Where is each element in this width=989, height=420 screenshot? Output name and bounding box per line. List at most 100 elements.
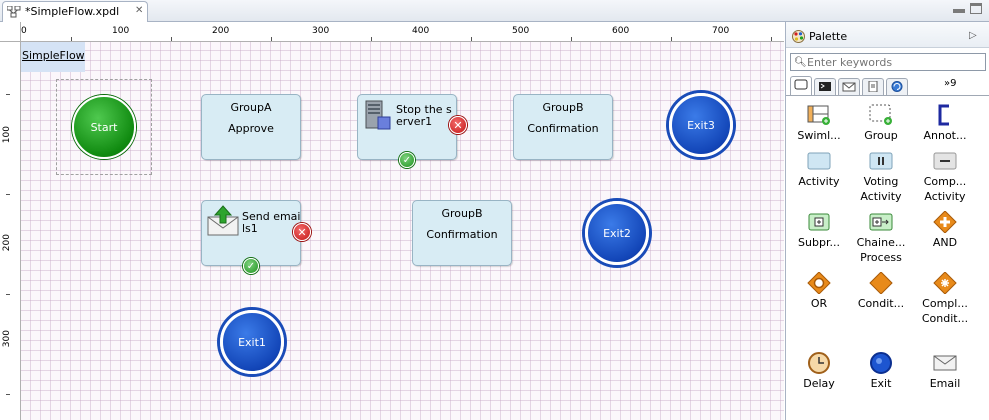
error-icon[interactable]: ✕ bbox=[449, 116, 467, 134]
diagram-canvas[interactable]: SimpleFlow Start GroupA Approve Stop the… bbox=[21, 42, 784, 420]
error-icon[interactable]: ✕ bbox=[293, 223, 311, 241]
end-event-exit1[interactable]: Exit1 bbox=[220, 310, 284, 374]
tab-basic-shapes[interactable] bbox=[790, 76, 812, 95]
conditional-gateway-icon bbox=[869, 272, 893, 294]
palette-icon bbox=[792, 30, 805, 43]
task-send-emails[interactable]: Send emai ls1 bbox=[201, 200, 301, 266]
pool-label[interactable]: SimpleFlow bbox=[21, 42, 85, 72]
end-event-exit2[interactable]: Exit2 bbox=[585, 201, 649, 265]
process-file-icon bbox=[7, 6, 21, 18]
palette-item-subprocess[interactable]: Subpr... bbox=[787, 211, 851, 250]
voting-activity-icon bbox=[869, 152, 893, 170]
activity-performer: GroupA bbox=[230, 101, 272, 114]
palette-item-group[interactable]: Group bbox=[849, 104, 913, 143]
palette-item-complex-activity[interactable]: Comp... Activity bbox=[913, 150, 977, 204]
tab-document-tasks[interactable] bbox=[862, 78, 884, 95]
collapse-arrow-icon[interactable]: ▷ bbox=[969, 30, 977, 41]
task-name-line2: ls1 bbox=[242, 222, 258, 235]
group-icon bbox=[869, 104, 892, 125]
start-event-label: Start bbox=[90, 120, 118, 134]
activity-icon bbox=[807, 152, 831, 170]
palette-item-chained-process[interactable]: Chaine... Process bbox=[849, 211, 913, 265]
ruler-label: 100 bbox=[112, 26, 130, 36]
ruler-label: 200 bbox=[2, 234, 12, 252]
pool-label-text: SimpleFlow bbox=[22, 49, 85, 62]
palette-item-voting-activity[interactable]: Voting Activity bbox=[849, 150, 913, 204]
maximize-icon[interactable] bbox=[970, 3, 982, 14]
tab-email-tasks[interactable] bbox=[838, 78, 860, 95]
activity-groupa-approve[interactable]: GroupA Approve bbox=[201, 94, 301, 160]
ruler-label: 200 bbox=[212, 26, 230, 36]
vertical-ruler: 100 200 300 bbox=[0, 42, 21, 420]
activity-performer: GroupB bbox=[542, 101, 584, 114]
palette-item-exit[interactable]: Exit bbox=[849, 352, 913, 391]
check-icon[interactable]: ✓ bbox=[399, 152, 415, 168]
ruler-label: 700 bbox=[712, 26, 730, 36]
activity-name: Approve bbox=[228, 122, 274, 135]
ruler-label: 100 bbox=[2, 126, 12, 144]
ruler-label: 300 bbox=[2, 330, 12, 348]
rectangle-icon bbox=[794, 79, 808, 90]
palette-search[interactable]: 🔍︎ bbox=[790, 53, 986, 71]
palette-panel: Palette ▷ 🔍︎ »9 bbox=[785, 22, 989, 420]
complex-gateway-icon bbox=[933, 272, 957, 294]
task-name-line2: erver1 bbox=[396, 115, 433, 128]
swimlane-icon bbox=[807, 105, 830, 125]
palette-item-conditional-gateway[interactable]: Condit... bbox=[849, 272, 913, 311]
tab-web-service-tasks[interactable] bbox=[886, 78, 908, 95]
palette-item-annotation[interactable]: Annot... bbox=[913, 104, 977, 143]
ruler-label: 300 bbox=[312, 26, 330, 36]
end-event-label: Exit1 bbox=[238, 335, 266, 349]
palette-tabs: »9 bbox=[788, 76, 988, 96]
envelope-icon bbox=[933, 355, 957, 371]
annotation-icon bbox=[938, 104, 949, 126]
complex-activity-icon bbox=[933, 152, 957, 170]
palette-item-complex-gateway[interactable]: Compl... Condit... bbox=[913, 272, 977, 326]
editor-tab-bar: *SimpleFlow.xpdl ✕ bbox=[0, 0, 989, 22]
search-icon: 🔍︎ bbox=[794, 57, 807, 68]
document-icon bbox=[868, 81, 878, 92]
email-task-icon bbox=[207, 205, 239, 236]
end-event-exit3[interactable]: Exit3 bbox=[669, 93, 733, 157]
task-stop-server[interactable]: Stop the s erver1 bbox=[357, 94, 457, 160]
palette-item-swimlane[interactable]: Swiml... bbox=[787, 104, 851, 143]
envelope-icon bbox=[842, 82, 856, 92]
server-icon bbox=[365, 100, 391, 130]
editor-tab-label: *SimpleFlow.xpdl bbox=[25, 5, 120, 18]
xpdl-editor-window: *SimpleFlow.xpdl ✕ 0 100 200 300 400 500… bbox=[0, 0, 989, 420]
activity-name: Confirmation bbox=[426, 228, 498, 241]
palette-item-activity[interactable]: Activity bbox=[787, 150, 851, 189]
exit-event-icon bbox=[870, 352, 892, 374]
start-event[interactable]: Start bbox=[72, 95, 136, 159]
end-event-label: Exit2 bbox=[603, 226, 631, 240]
palette-item-and-gateway[interactable]: AND bbox=[913, 211, 977, 250]
palette-item-or-gateway[interactable]: OR bbox=[787, 272, 851, 311]
ruler-label: 600 bbox=[612, 26, 630, 36]
palette-item-delay[interactable]: Delay bbox=[787, 352, 851, 391]
activity-performer: GroupB bbox=[441, 207, 483, 220]
minimize-icon[interactable] bbox=[953, 9, 965, 13]
ruler-label: 500 bbox=[512, 26, 530, 36]
chained-process-icon bbox=[869, 213, 893, 231]
activity-groupb-confirmation[interactable]: GroupB Confirmation bbox=[513, 94, 613, 160]
horizontal-ruler: 0 100 200 300 400 500 600 700 bbox=[21, 22, 784, 42]
refresh-icon bbox=[891, 81, 903, 92]
palette-item-email[interactable]: Email bbox=[913, 352, 977, 391]
more-tabs-chevron[interactable]: »9 bbox=[944, 78, 956, 89]
clock-icon bbox=[808, 352, 830, 374]
tab-script-tasks[interactable] bbox=[814, 78, 836, 95]
check-icon[interactable]: ✓ bbox=[243, 258, 259, 274]
palette-search-input[interactable] bbox=[807, 55, 983, 69]
subprocess-icon bbox=[808, 213, 830, 231]
or-gateway-icon bbox=[807, 272, 831, 294]
palette-header: Palette ▷ bbox=[786, 22, 989, 48]
palette-body: Swiml... Group Annot... Activity Voting … bbox=[786, 95, 989, 420]
palette-title: Palette bbox=[809, 30, 848, 43]
editor-tab-simpleflow[interactable]: *SimpleFlow.xpdl ✕ bbox=[2, 1, 148, 22]
terminal-icon bbox=[819, 82, 831, 91]
ruler-corner bbox=[0, 22, 21, 42]
and-gateway-icon bbox=[933, 211, 957, 233]
close-icon[interactable]: ✕ bbox=[135, 5, 143, 16]
ruler-label: 0 bbox=[21, 26, 27, 36]
activity-groupb-confirmation[interactable]: GroupB Confirmation bbox=[412, 200, 512, 266]
